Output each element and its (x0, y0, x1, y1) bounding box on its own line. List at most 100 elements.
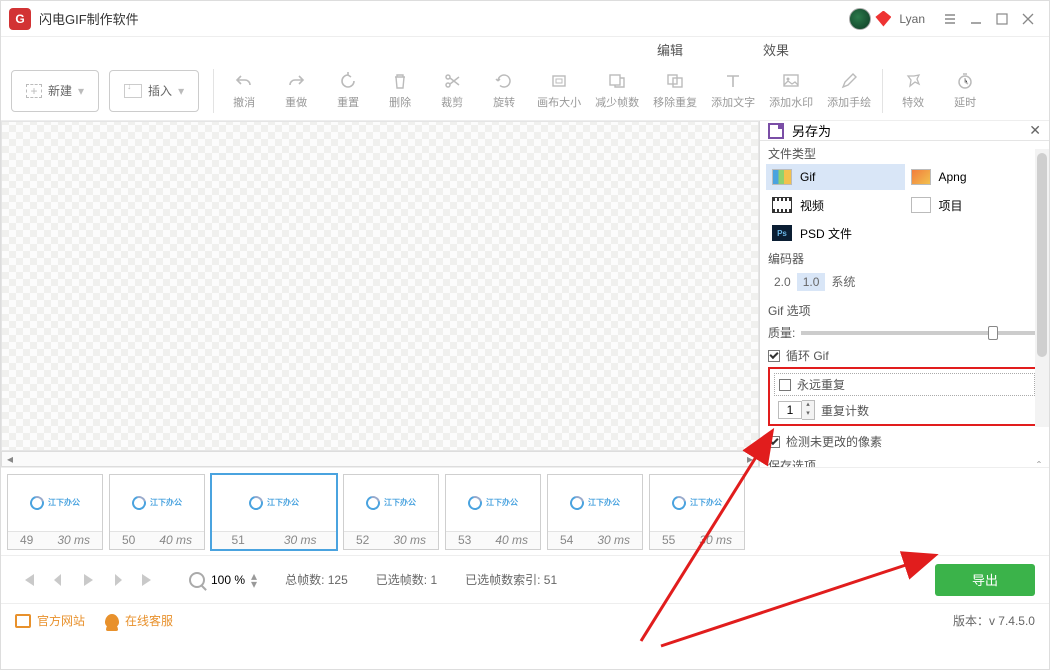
prev-button[interactable] (45, 567, 71, 593)
slider-thumb[interactable] (988, 326, 998, 340)
重置-icon (338, 71, 358, 91)
type-psd[interactable]: PsPSD 文件 (766, 220, 905, 246)
loop-checkbox[interactable] (768, 350, 780, 362)
frames-strip: 江下办公4930 ms江下办公5040 ms江下办公5130 ms江下办公523… (1, 467, 1049, 555)
status-bar: 官方网站 在线客服 版本：v 7.4.5.0 (1, 603, 1049, 637)
panel-scrollbar[interactable] (1035, 149, 1049, 427)
tool-移除重复[interactable]: 移除重复 (646, 66, 704, 116)
tool-画布大小[interactable]: 画布大小 (530, 66, 588, 116)
encoder-20[interactable]: 2.0 (768, 273, 797, 291)
tool-撤消[interactable]: 撤消 (218, 66, 270, 116)
swirl-icon (129, 493, 148, 512)
frame-thumb: 江下办公 (8, 475, 102, 531)
tool-重做[interactable]: 重做 (270, 66, 322, 116)
forever-row[interactable]: 永远重复 (774, 373, 1035, 396)
canvas[interactable] (1, 121, 759, 451)
zoom-control: 100 % ▴ ▾ (189, 572, 257, 588)
tool-添加水印[interactable]: 添加水印 (762, 66, 820, 116)
frame-footer: 4930 ms (8, 531, 102, 549)
site-link[interactable]: 官方网站 (15, 612, 85, 629)
forever-checkbox[interactable] (779, 379, 791, 391)
play-button[interactable] (75, 567, 101, 593)
tool-添加文字[interactable]: 添加文字 (704, 66, 762, 116)
person-icon (105, 614, 119, 628)
last-button[interactable] (135, 567, 161, 593)
collapse-icon[interactable]: ˆ (1037, 459, 1041, 468)
tool-添加手绘[interactable]: 添加手绘 (820, 66, 878, 116)
h-scrollbar[interactable]: ◂ ▸ (1, 451, 759, 467)
version-label: 版本：v 7.4.5.0 (953, 612, 1035, 629)
insert-button[interactable]: ↓ 插入 ▾ (109, 70, 199, 112)
frame-51[interactable]: 江下办公 51 30 ms (211, 474, 337, 550)
app-title: 闪电GIF制作软件 (39, 9, 139, 28)
tool-label: 特效 (902, 94, 924, 110)
frame-num: 51 (231, 533, 244, 547)
panel-close-button[interactable]: ✕ (1029, 122, 1041, 139)
encoder-sys[interactable]: 系统 (825, 271, 861, 292)
cs-link[interactable]: 在线客服 (105, 612, 173, 629)
tool-裁剪[interactable]: 裁剪 (426, 66, 478, 116)
frame-thumb: 江下办公 (650, 475, 744, 531)
frame-ms: 30 ms (284, 533, 317, 547)
first-button[interactable] (15, 567, 41, 593)
zoom-value: 100 % (211, 573, 245, 587)
tool-减少帧数[interactable]: 减少帧数 (588, 66, 646, 116)
vip-icon[interactable] (875, 11, 891, 27)
filetype-grid: Gif Apng 视频 项目 PsPSD 文件 (760, 164, 1049, 246)
repeat-row: ▴▾ 重复计数 (770, 398, 1039, 422)
new-button[interactable]: + 新建 ▾ (11, 70, 99, 112)
repeat-label: 重复计数 (821, 402, 869, 419)
frame-num: 49 (20, 533, 33, 547)
loop-row[interactable]: 循环 Gif (760, 344, 1049, 367)
tool-删除[interactable]: 删除 (374, 66, 426, 116)
encoder-10[interactable]: 1.0 (797, 273, 826, 291)
frame-52[interactable]: 江下办公5230 ms (343, 474, 439, 550)
swirl-icon (567, 493, 586, 512)
zoom-icon[interactable] (189, 572, 205, 588)
close-button[interactable] (1015, 6, 1041, 32)
tool-label: 添加文字 (711, 94, 755, 110)
canvas-wrap: ◂ ▸ (1, 121, 759, 467)
frame-55[interactable]: 江下办公5530 ms (649, 474, 745, 550)
tab-effect[interactable]: 效果 (763, 40, 789, 61)
chevron-down-icon: ▾ (178, 84, 184, 98)
type-gif[interactable]: Gif (766, 164, 905, 190)
scroll-left-icon[interactable]: ◂ (2, 452, 18, 466)
tool-重置[interactable]: 重置 (322, 66, 374, 116)
scroll-right-icon[interactable]: ▸ (742, 452, 758, 466)
type-apng[interactable]: Apng (905, 164, 1044, 190)
tool-label: 移除重复 (653, 94, 697, 110)
frame-53[interactable]: 江下办公5340 ms (445, 474, 541, 550)
tool-特效[interactable]: 特效 (887, 66, 939, 116)
thumb-text: 江下办公 (267, 497, 299, 508)
step-down-icon[interactable]: ▾ (802, 410, 814, 419)
new-label: 新建 (48, 82, 72, 99)
export-button[interactable]: 导出 (935, 564, 1035, 596)
insert-label: 插入 (148, 82, 172, 99)
video-icon (772, 197, 792, 213)
quality-slider[interactable] (801, 331, 1041, 335)
frame-footer: 5230 ms (344, 531, 438, 549)
detect-checkbox[interactable] (768, 436, 780, 448)
frame-49[interactable]: 江下办公4930 ms (7, 474, 103, 550)
tool-旋转[interactable]: 旋转 (478, 66, 530, 116)
frame-thumb: 江下办公 (548, 475, 642, 531)
user-avatar[interactable] (849, 8, 871, 30)
tool-label: 旋转 (493, 94, 515, 110)
menu-button[interactable] (937, 6, 963, 32)
repeat-input[interactable] (778, 401, 802, 419)
type-project[interactable]: 项目 (905, 192, 1044, 218)
detect-label: 检测未更改的像素 (786, 433, 882, 450)
frame-50[interactable]: 江下办公5040 ms (109, 474, 205, 550)
zoom-down-icon[interactable]: ▾ (251, 580, 257, 588)
tool-延时[interactable]: 延时 (939, 66, 991, 116)
minimize-button[interactable] (963, 6, 989, 32)
type-video[interactable]: 视频 (766, 192, 905, 218)
maximize-button[interactable] (989, 6, 1015, 32)
repeat-stepper[interactable]: ▴▾ (778, 400, 815, 420)
frame-54[interactable]: 江下办公5430 ms (547, 474, 643, 550)
tab-edit[interactable]: 编辑 (657, 40, 683, 61)
next-button[interactable] (105, 567, 131, 593)
detect-row[interactable]: 检测未更改的像素 (760, 430, 1049, 453)
step-up-icon[interactable]: ▴ (802, 401, 814, 410)
